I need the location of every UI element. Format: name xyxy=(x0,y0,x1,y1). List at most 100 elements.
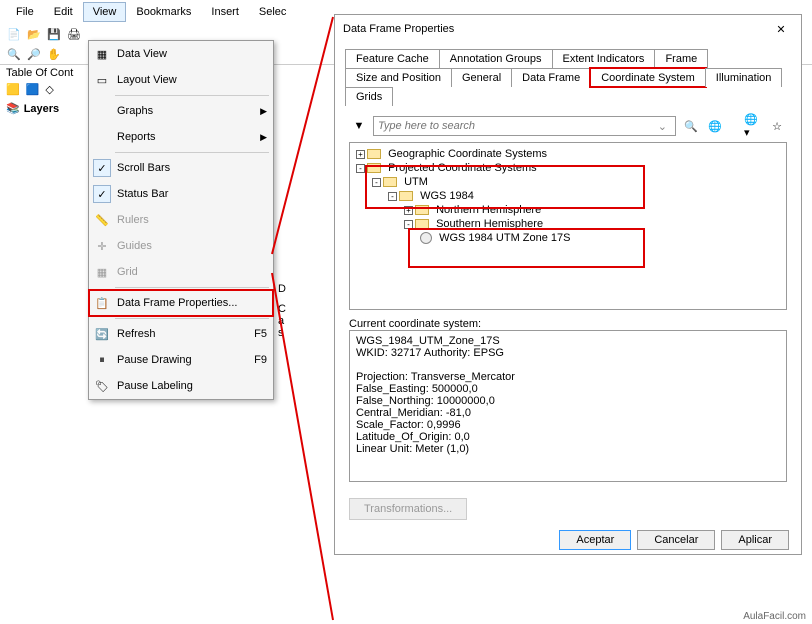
menu-file[interactable]: File xyxy=(6,2,44,22)
tab-feature-cache[interactable]: Feature Cache xyxy=(345,49,440,68)
folder-icon xyxy=(399,191,413,201)
cancel-button[interactable]: Cancelar xyxy=(637,530,715,550)
globe-icon xyxy=(420,232,432,244)
spatial-filter-icon[interactable]: 🌐 xyxy=(705,116,725,136)
tab-grids[interactable]: Grids xyxy=(345,87,393,106)
expand-icon[interactable]: + xyxy=(356,150,365,159)
refresh-label: Refresh xyxy=(117,328,156,340)
folder-icon xyxy=(367,163,381,173)
tree-gcs[interactable]: + Geographic Coordinate Systems xyxy=(352,147,784,161)
expand-icon[interactable]: + xyxy=(404,206,413,215)
pause-labeling-item[interactable]: 🏷Pause Labeling xyxy=(89,373,273,399)
close-button[interactable]: ✕ xyxy=(769,19,793,39)
filter-icon[interactable]: ▼ xyxy=(349,116,369,136)
dialog-tabs: Feature Cache Annotation Groups Extent I… xyxy=(335,43,801,106)
layers-icon: 📚 xyxy=(6,102,20,115)
list-by-drawing-icon[interactable]: 🟨 xyxy=(6,83,20,96)
grid-icon: ▦ xyxy=(93,263,111,281)
submenu-arrow-icon: ▶ xyxy=(260,132,267,143)
folder-icon xyxy=(415,219,429,229)
layout-view-label: Layout View xyxy=(117,74,177,86)
tab-annotation-groups[interactable]: Annotation Groups xyxy=(439,49,553,68)
menu-selection[interactable]: Selec xyxy=(249,2,297,22)
refresh-item[interactable]: 🔄RefreshF5 xyxy=(89,321,273,347)
data-view-label: Data View xyxy=(117,48,167,60)
layout-view-icon: ▭ xyxy=(93,71,111,89)
list-by-source-icon[interactable]: 🟦 xyxy=(26,83,40,96)
current-cs-details[interactable]: WGS_1984_UTM_Zone_17S WKID: 32717 Author… xyxy=(349,330,787,482)
zoom-out-icon[interactable]: 🔎 xyxy=(26,46,42,62)
pan-icon[interactable]: ✋ xyxy=(46,46,62,62)
tab-coordinate-system[interactable]: Coordinate System xyxy=(590,68,706,87)
cropped-text: D C a s xyxy=(278,283,286,339)
submenu-arrow-icon: ▶ xyxy=(260,106,267,117)
current-cs-label: Current coordinate system: xyxy=(349,318,787,330)
coordinate-system-tree[interactable]: + Geographic Coordinate Systems - Projec… xyxy=(349,142,787,310)
tree-northern[interactable]: + Northern Hemisphere xyxy=(352,203,784,217)
grid-label: Grid xyxy=(117,266,138,278)
dialog-buttons: Aceptar Cancelar Aplicar xyxy=(335,524,801,554)
menu-view[interactable]: View xyxy=(83,2,127,22)
scroll-bars-item[interactable]: ✓Scroll Bars xyxy=(89,155,273,181)
open-icon[interactable]: 📂 xyxy=(26,26,42,42)
collapse-icon[interactable]: - xyxy=(356,164,365,173)
collapse-icon[interactable]: - xyxy=(388,192,397,201)
guides-label: Guides xyxy=(117,240,152,252)
tab-general[interactable]: General xyxy=(451,68,512,87)
dialog-title: Data Frame Properties xyxy=(343,23,454,35)
watermark: AulaFacil.com xyxy=(743,611,806,622)
menu-bookmarks[interactable]: Bookmarks xyxy=(126,2,201,22)
graphs-item[interactable]: Graphs ▶ xyxy=(89,98,273,124)
reports-item[interactable]: Reports▶ xyxy=(89,124,273,150)
rulers-item: 📏 Rulers xyxy=(89,207,273,233)
folder-icon xyxy=(415,205,429,215)
search-icon[interactable]: 🔍 xyxy=(681,116,701,136)
status-bar-item[interactable]: ✓Status Bar xyxy=(89,181,273,207)
apply-button[interactable]: Aplicar xyxy=(721,530,789,550)
collapse-icon[interactable]: - xyxy=(404,220,413,229)
tree-pcs[interactable]: - Projected Coordinate Systems xyxy=(352,161,784,175)
tree-southern[interactable]: - Southern Hemisphere xyxy=(352,217,784,231)
tree-utm[interactable]: - UTM xyxy=(352,175,784,189)
tab-data-frame[interactable]: Data Frame xyxy=(511,68,591,87)
search-input[interactable] xyxy=(373,116,676,136)
menu-edit[interactable]: Edit xyxy=(44,2,83,22)
pause-drawing-item[interactable]: ⏸Pause DrawingF9 xyxy=(89,347,273,373)
graphs-label: Graphs xyxy=(117,105,153,117)
tab-frame[interactable]: Frame xyxy=(654,49,708,68)
pause-shortcut: F9 xyxy=(254,354,267,366)
dialog-body: ▼ ⌄ 🔍 🌐 🌐▾ ☆ + Geographic Coordinate Sys… xyxy=(335,106,801,524)
tree-wgs1984[interactable]: - WGS 1984 xyxy=(352,189,784,203)
save-icon[interactable]: 💾 xyxy=(46,26,62,42)
collapse-icon[interactable]: - xyxy=(372,178,381,187)
favorite-icon[interactable]: ☆ xyxy=(767,116,787,136)
dropdown-icon[interactable]: ⌄ xyxy=(658,120,667,133)
layout-view-item[interactable]: ▭ Layout View xyxy=(89,67,273,93)
list-by-visibility-icon[interactable]: ◇ xyxy=(45,83,53,96)
scroll-bars-label: Scroll Bars xyxy=(117,162,170,174)
tree-zone17s[interactable]: WGS 1984 UTM Zone 17S xyxy=(352,231,784,245)
pause-labeling-icon: 🏷 xyxy=(93,377,111,395)
refresh-shortcut: F5 xyxy=(254,328,267,340)
folder-icon xyxy=(383,177,397,187)
view-dropdown: ▦ Data View ▭ Layout View Graphs ▶ Reports▶… xyxy=(88,40,274,400)
data-frame-properties-item[interactable]: 📋 Data Frame Properties... xyxy=(89,290,273,316)
guides-item: ✛Guides xyxy=(89,233,273,259)
properties-icon: 📋 xyxy=(93,294,111,312)
tab-illumination[interactable]: Illumination xyxy=(705,68,783,87)
data-view-icon: ▦ xyxy=(93,45,111,63)
data-frame-properties-dialog: Data Frame Properties ✕ Feature Cache An… xyxy=(334,14,802,555)
print-icon[interactable]: 🖨 xyxy=(66,26,82,42)
new-icon[interactable]: 📄 xyxy=(6,26,22,42)
dfp-label: Data Frame Properties... xyxy=(117,297,237,309)
data-view-item[interactable]: ▦ Data View xyxy=(89,41,273,67)
tab-size-position[interactable]: Size and Position xyxy=(345,68,452,87)
rulers-label: Rulers xyxy=(117,214,149,226)
menu-insert[interactable]: Insert xyxy=(201,2,249,22)
tab-extent-indicators[interactable]: Extent Indicators xyxy=(552,49,656,68)
zoom-in-icon[interactable]: 🔍 xyxy=(6,46,22,62)
new-cs-icon[interactable]: 🌐▾ xyxy=(743,116,763,136)
rulers-icon: 📏 xyxy=(93,211,111,229)
accept-button[interactable]: Aceptar xyxy=(559,530,631,550)
transformations-button[interactable]: Transformations... xyxy=(349,498,467,520)
